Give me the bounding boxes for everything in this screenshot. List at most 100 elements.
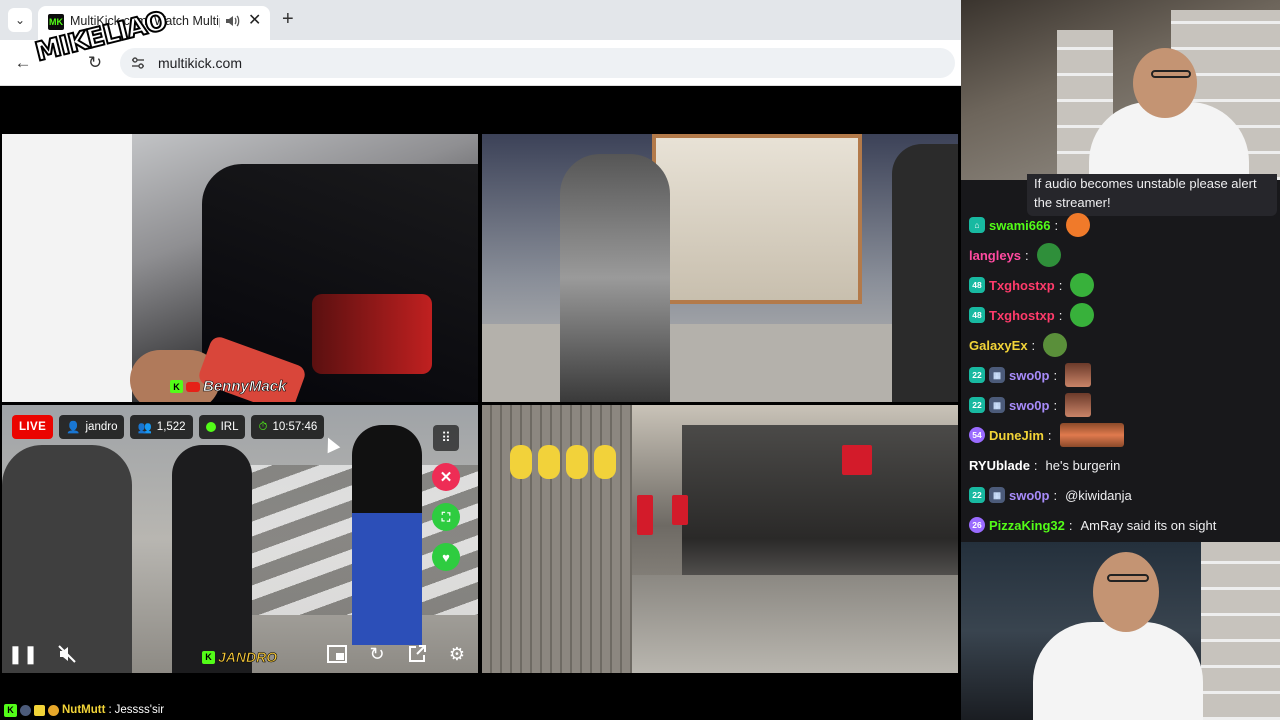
grid-badge-icon: ▦ <box>989 397 1005 413</box>
stream-4-video[interactable] <box>482 405 958 673</box>
chat-username[interactable]: swo0p <box>1009 368 1049 383</box>
focus-stream-button[interactable]: ⛶ <box>432 503 460 531</box>
site-settings-icon[interactable] <box>130 55 146 71</box>
chat-colon: : <box>1031 337 1036 353</box>
chat-colon: : <box>1047 427 1052 443</box>
chat-username[interactable]: RYUblade <box>969 458 1030 473</box>
sign-shape <box>842 445 872 475</box>
emote-icon <box>1070 273 1095 297</box>
stream-1-channel-tag: K BennyMack <box>170 378 287 396</box>
channel-name: jandro <box>85 421 118 433</box>
sub-months-badge-icon: 48 <box>969 307 985 323</box>
stream-3-video[interactable]: LIVE 👤 jandro 👥 1,522 IRL ⏱ 10:57:46 ⠿ ✕… <box>2 405 478 673</box>
chat-message-text: Jessss'sir <box>114 704 165 716</box>
youtube-logo-icon <box>186 381 200 392</box>
chat-colon: : <box>1058 277 1063 293</box>
badge-icon <box>48 704 59 716</box>
sub-months-badge-icon: 22 <box>969 487 985 503</box>
layout-grid-button[interactable]: ⠿ <box>433 425 459 451</box>
follow-button[interactable]: ♥ <box>432 543 460 571</box>
sign-shape <box>672 495 688 525</box>
chat-list: ⌂ swami666: langleys:48 Txghostxp:48 Txghost… <box>969 210 1277 540</box>
badge-icon <box>34 704 45 716</box>
speaker-icon[interactable] <box>224 13 240 29</box>
chat-message: 48 Txghostxp: <box>969 300 1277 330</box>
chat-username[interactable]: GalaxyEx <box>969 338 1028 353</box>
chat-colon: : <box>1053 487 1058 503</box>
kick-logo-icon: K <box>170 380 183 393</box>
chat-username[interactable]: DuneJim <box>989 428 1044 443</box>
muted-speaker-icon[interactable] <box>54 641 80 667</box>
chat-username[interactable]: swami666 <box>989 218 1050 233</box>
chat-username[interactable]: Txghostxp <box>989 308 1055 323</box>
badge-icon <box>20 704 31 716</box>
grid-badge-icon: ▦ <box>989 367 1005 383</box>
stream-2-video[interactable] <box>482 134 958 402</box>
clock-icon: ⏱ <box>258 420 268 433</box>
category-pill[interactable]: IRL <box>198 415 246 439</box>
url-text: multikick.com <box>158 55 243 71</box>
webcam-top-video <box>961 0 1280 180</box>
cameraman-shape <box>892 144 958 402</box>
glasses-shape <box>1107 574 1149 582</box>
stream-1-channel-name: BennyMack <box>203 378 287 396</box>
back-arrow-icon[interactable]: ← <box>12 52 34 74</box>
chevron-down-icon: ⌄ <box>14 13 26 27</box>
embedded-chat-overlay <box>4 603 100 639</box>
new-tab-button[interactable]: + <box>282 9 294 29</box>
sidewalk-shape <box>482 324 958 402</box>
sub-months-badge-icon: 26 <box>969 517 985 533</box>
chat-colon: : <box>1058 307 1063 323</box>
tab-search-button[interactable]: ⌄ <box>8 8 32 32</box>
emote-icon <box>1065 363 1092 387</box>
viewers-icon: 👥 <box>137 422 152 434</box>
chat-message: 48 Txghostxp: <box>969 270 1277 300</box>
screen: ⌄ MK MultiKick.com: Watch Multiple Kick … <box>0 0 1280 720</box>
chat-message: 22 ▦ swo0p: @kiwidanja <box>969 480 1277 510</box>
bottom-chat-strip: K NutMutt: Jessss'sir <box>0 700 961 720</box>
close-icon: ✕ <box>439 469 453 486</box>
lantern-shape <box>566 445 588 479</box>
settings-gear-icon[interactable]: ⚙ <box>444 641 470 667</box>
chat-username[interactable]: langleys <box>969 248 1021 263</box>
storefront-shape <box>652 134 862 304</box>
glasses-shape <box>1151 70 1191 78</box>
lantern-shape <box>538 445 560 479</box>
chat-username[interactable]: PizzaKing32 <box>989 518 1065 533</box>
chat-message-text: AmRay said its on sight <box>1080 517 1217 533</box>
grid-badge-icon: ▦ <box>989 487 1005 503</box>
sub-months-badge-icon: 48 <box>969 277 985 293</box>
picture-in-picture-icon[interactable] <box>324 641 350 667</box>
lantern-shape <box>510 445 532 479</box>
pause-icon[interactable]: ❚❚ <box>8 641 38 667</box>
emote-icon <box>1043 333 1068 357</box>
sign-shape <box>637 495 653 535</box>
chat-username[interactable]: swo0p <box>1009 398 1049 413</box>
chat-username[interactable]: NutMutt <box>62 704 105 716</box>
remove-stream-button[interactable]: ✕ <box>432 463 460 491</box>
grid-icon: ⠿ <box>441 430 451 445</box>
person-head-shape <box>1133 48 1197 118</box>
right-panel: If audio becomes unstable please alert t… <box>961 0 1280 720</box>
chat-message-text: @kiwidanja <box>1065 487 1132 503</box>
gamepad-icon <box>205 422 216 432</box>
stream-3-channel-name: JANDRO <box>218 649 278 666</box>
shelf-shape <box>1201 542 1280 720</box>
address-bar[interactable]: multikick.com <box>120 48 955 78</box>
chat-message: langleys: <box>969 240 1277 270</box>
close-tab-icon[interactable]: ✕ <box>248 12 261 30</box>
chat-colon: : <box>1068 517 1073 533</box>
external-link-icon[interactable] <box>404 641 430 667</box>
chat-message: 26 PizzaKing32: AmRay said its on sight <box>969 510 1277 540</box>
chat-message: 22 ▦ swo0p: <box>969 360 1277 390</box>
chat-username[interactable]: swo0p <box>1009 488 1049 503</box>
emote-icon <box>1065 393 1092 417</box>
chat-username[interactable]: Txghostxp <box>989 278 1055 293</box>
stream-1-video[interactable]: K BennyMack <box>2 134 478 402</box>
person-head-shape <box>1093 552 1159 632</box>
live-badge: LIVE <box>12 415 54 439</box>
chat-colon: : <box>1053 367 1058 383</box>
lantern-shape <box>594 445 616 479</box>
channel-pill[interactable]: 👤 jandro <box>59 415 125 439</box>
refresh-icon[interactable]: ↻ <box>364 641 390 667</box>
